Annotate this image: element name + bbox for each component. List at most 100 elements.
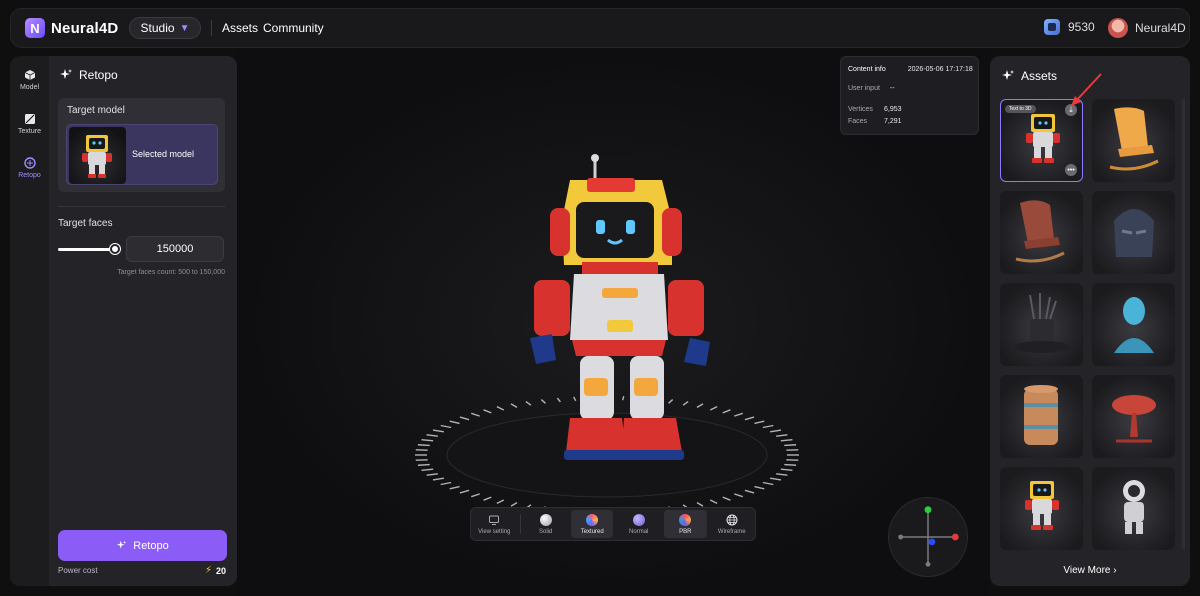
pbr-mode-button[interactable]: PBR [663, 510, 707, 538]
asset-tile-robot-2[interactable] [1000, 467, 1083, 550]
text-to-3d-badge: Text to 3D [1005, 105, 1036, 113]
solid-label: Solid [539, 528, 553, 535]
selected-model-card[interactable]: Selected model [66, 124, 218, 185]
turntable-tick [459, 416, 470, 421]
3d-viewport[interactable]: Content info 2026-05-06 17:17:18 User inp… [237, 50, 990, 596]
target-faces-slider[interactable] [58, 242, 120, 256]
studio-dropdown[interactable]: Studio ▼ [129, 17, 201, 39]
turntable-tick [744, 489, 755, 494]
astronaut-icon [1123, 480, 1145, 534]
sparkle-icon [117, 540, 127, 549]
target-faces-hint: Target faces count: 500 to 150,000 [117, 269, 225, 276]
turntable-tick [722, 409, 731, 414]
model-thumbnail [69, 127, 126, 184]
rail-item-retopo[interactable]: Retopo [10, 148, 49, 188]
asset-tile-pen-holder[interactable] [1000, 283, 1083, 366]
more-options-icon[interactable]: ••• [1065, 164, 1077, 176]
logo-mark: N [25, 18, 45, 38]
turntable-tick [734, 493, 743, 498]
normal-mode-button[interactable]: Normal [617, 510, 660, 538]
sparkle-icon [60, 69, 72, 79]
target-faces-label: Target faces [58, 218, 113, 229]
solid-mode-button[interactable]: Solid [524, 510, 567, 538]
power-cost: ⚡ 20 [205, 565, 226, 576]
annotation-arrow [1071, 73, 1102, 106]
retopo-icon [23, 157, 36, 169]
credit-icon [1044, 19, 1060, 35]
turntable-tick [432, 477, 444, 481]
turntable-tick [440, 424, 452, 429]
textured-mode-button[interactable]: Textured [570, 510, 614, 538]
solid-ball-icon [539, 513, 552, 526]
chair-icon [1015, 200, 1065, 263]
rail-label: Texture [18, 128, 41, 135]
scrollbar[interactable] [1182, 99, 1185, 549]
target-model-box: Target model Selected model [58, 98, 225, 192]
wireframe-mode-button[interactable]: Wireframe [711, 510, 754, 538]
turntable-tick [471, 493, 480, 498]
turntable-tick [754, 485, 765, 490]
asset-tile-astronaut[interactable] [1092, 467, 1175, 550]
cube-icon [24, 70, 35, 80]
asset-tile-rocking-chair-brown[interactable] [1000, 191, 1083, 274]
slider-track [58, 248, 114, 251]
turntable-tick [440, 481, 452, 486]
turntable-tick [426, 434, 438, 437]
asset-tile-mushroom[interactable] [1092, 375, 1175, 458]
wireframe-globe-icon [726, 514, 738, 525]
robot-icon [1025, 481, 1059, 530]
turntable-tick [417, 463, 430, 466]
pbr-label: PBR [679, 528, 692, 535]
turntable-tick [754, 420, 765, 425]
asset-tile-barrel[interactable] [1000, 375, 1083, 458]
barrel-icon [1024, 385, 1058, 445]
studio-label: Studio [140, 21, 175, 35]
panel-title: Retopo [59, 68, 118, 82]
turntable-tick [780, 439, 793, 442]
target-faces-input[interactable] [126, 236, 224, 262]
vertices-value: 6,953 [884, 106, 902, 113]
divider [58, 206, 225, 207]
target-model-label: Target model [67, 105, 125, 116]
asset-tile-cyborg-bust[interactable] [1092, 283, 1175, 366]
assets-panel: Assets Text to 3D ⤓ ••• View More › [990, 56, 1190, 586]
asset-tile-helmet[interactable] [1092, 191, 1175, 274]
slider-knob[interactable] [110, 244, 120, 254]
turntable-tick [459, 489, 470, 494]
bust-icon [1114, 297, 1154, 353]
rail-item-texture[interactable]: Texture [10, 104, 49, 144]
selected-model-label: Selected model [132, 149, 195, 159]
mushroom-icon [1112, 395, 1156, 443]
content-datetime: 2026-05-06 17:17:18 [907, 66, 973, 73]
turntable-tick [762, 481, 774, 486]
nav-assets[interactable]: Assets [222, 21, 258, 35]
credits-display[interactable]: 9530 [1044, 19, 1095, 35]
vertices-label: Vertices [848, 106, 873, 113]
turntable-tick [770, 477, 782, 481]
user-input-value: -- [889, 85, 895, 92]
content-info-title: Content info [848, 66, 886, 73]
rail-label: Retopo [18, 172, 41, 179]
brand-logo[interactable]: N Neural4D [25, 18, 118, 38]
turntable-tick [426, 473, 438, 476]
turntable-tick [449, 420, 460, 425]
logo-text: Neural4D [51, 19, 119, 37]
view-mode-toolbar: View setting Solid Textured Normal PBR W… [470, 507, 756, 541]
turntable-tick [780, 468, 793, 471]
view-more-link[interactable]: View More › [990, 565, 1190, 576]
turntable-tick [744, 416, 755, 421]
axis-gizmo[interactable] [888, 497, 968, 577]
turntable-tick [421, 439, 434, 442]
rail-item-model[interactable]: Model [10, 60, 49, 100]
view-setting-button[interactable]: View setting [473, 510, 516, 538]
credits-value: 9530 [1068, 20, 1095, 34]
turntable-tick [449, 485, 460, 490]
nav-community[interactable]: Community [263, 21, 324, 35]
turntable-tick [722, 496, 731, 501]
faces-label: Faces [848, 118, 868, 125]
panel-title-text: Retopo [79, 68, 118, 82]
faces-value: 7,291 [884, 118, 902, 125]
top-bar: N Neural4D Studio ▼ Assets Community 953… [10, 8, 1190, 48]
retopo-button[interactable]: Retopo [58, 530, 227, 561]
user-menu[interactable]: Neural4D [1108, 18, 1186, 38]
